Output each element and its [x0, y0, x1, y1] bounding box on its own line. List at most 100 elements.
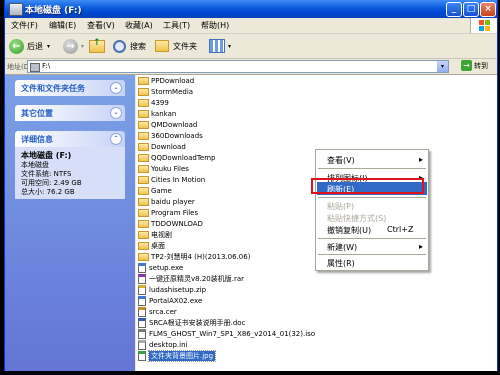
menu-file[interactable]: 文件(F)	[11, 20, 38, 31]
file-item[interactable]: 一键还原精灵v8.20装机版.rar	[138, 274, 244, 284]
folder-item[interactable]: 4399	[138, 98, 169, 108]
go-label: 转到	[474, 61, 488, 70]
panel-title: 其它位置	[21, 109, 53, 118]
panel-other-places[interactable]: 其它位置 ⌄	[15, 105, 125, 121]
file-item[interactable]: ludashisetup.zip	[138, 285, 206, 295]
exe-file-icon	[138, 296, 146, 306]
address-input[interactable]: F:\ ▾	[27, 60, 449, 73]
item-label: kankan	[151, 110, 177, 118]
file-item[interactable]: PortalAX02.exe	[138, 296, 202, 306]
folders-label: 文件夹	[173, 41, 197, 51]
item-label: 360Downloads	[151, 132, 203, 140]
ctx-undo-copy[interactable]: 撤销复制(U) Ctrl+Z	[317, 223, 427, 236]
file-item[interactable]: SRCA根证书安装说明手册.doc	[138, 318, 245, 328]
menu-tools[interactable]: 工具(T)	[163, 20, 190, 31]
folder-item[interactable]: Game	[138, 186, 172, 196]
panel-file-folder-tasks[interactable]: 文件和文件夹任务 ⌄	[15, 80, 125, 96]
up-folder-icon: ↑	[89, 38, 105, 53]
folder-item[interactable]: 360Downloads	[138, 131, 203, 141]
search-label: 搜索	[130, 41, 146, 51]
ctx-properties[interactable]: 属性(R)	[317, 256, 427, 269]
menu-help[interactable]: 帮助(H)	[201, 20, 229, 31]
item-label: QQDownloadTemp	[151, 154, 216, 162]
drive-icon	[30, 63, 40, 72]
folder-icon	[138, 154, 149, 162]
folder-icon	[138, 132, 149, 140]
item-label: 4399	[151, 99, 169, 107]
panel-details[interactable]: 详细信息 ⌃	[15, 131, 125, 147]
up-folder-button[interactable]: ↑	[89, 37, 105, 55]
chevron-down-icon[interactable]: ▾	[437, 61, 448, 72]
context-menu: 查看(V) ▸ 排列图标(I) ▸ 刷新(E) 粘贴(P) 粘贴快捷方式(S) …	[315, 149, 429, 271]
folder-item[interactable]: kankan	[138, 109, 176, 119]
item-label: Game	[151, 187, 172, 195]
menu-view[interactable]: 查看(V)	[87, 20, 115, 31]
forward-arrow-icon: →	[63, 38, 78, 54]
item-label: 一键还原精灵v8.20装机版.rar	[149, 275, 244, 283]
minimize-button[interactable]: _	[446, 2, 462, 17]
search-icon	[113, 39, 126, 53]
folder-icon	[138, 121, 149, 129]
folder-item[interactable]: 电视剧	[138, 230, 172, 240]
close-button[interactable]: ×	[480, 2, 496, 17]
folder-item[interactable]: Youku Files	[138, 164, 189, 174]
item-label: srca.cer	[149, 308, 177, 316]
folder-item[interactable]: QQDownloadTemp	[138, 153, 215, 163]
address-bar: 地址(D) F:\ ▾ → 转到	[5, 59, 497, 75]
back-button[interactable]: ← 后退 ▾	[9, 37, 50, 55]
folder-item[interactable]: TDDOWNLOAD	[138, 219, 203, 229]
go-button[interactable]: → 转到	[461, 60, 488, 71]
ctx-new[interactable]: 新建(W) ▸	[317, 240, 427, 253]
jpg-file-icon	[138, 351, 146, 361]
chevron-down-icon[interactable]: ⌄	[110, 107, 122, 119]
file-item[interactable]: setup.exe	[138, 263, 183, 273]
menu-separator	[318, 168, 426, 169]
folder-item[interactable]: QMDownload	[138, 120, 197, 130]
drive-icon	[9, 3, 23, 16]
file-item[interactable]: FLMS_GHOST_Win7_SP1_X86_v2014_01(32).iso	[138, 329, 315, 339]
item-label: TDDOWNLOAD	[151, 220, 203, 228]
chevron-down-icon[interactable]: ⌄	[110, 82, 122, 94]
ini-file-icon	[138, 340, 146, 350]
folder-item[interactable]: Cities In Motion	[138, 175, 205, 185]
item-label: StormMedia	[151, 88, 194, 96]
folder-icon	[138, 220, 149, 228]
folder-icon	[138, 99, 149, 107]
folder-item[interactable]: Program Files	[138, 208, 198, 218]
search-button[interactable]: 搜索	[113, 37, 146, 55]
toolbar: ← 后退 ▾ → ▾ ↑ 搜索 文件夹 ▾	[5, 34, 497, 59]
folder-item[interactable]: PPDownload	[138, 76, 194, 86]
folder-item[interactable]: TP2-刘慧明4 (H)(2013.06.06)	[138, 252, 250, 262]
rar-file-icon	[138, 274, 146, 284]
folder-item[interactable]: StormMedia	[138, 87, 193, 97]
folder-icon	[138, 187, 149, 195]
chevron-down-icon: ▾	[81, 42, 85, 50]
forward-button[interactable]: → ▾	[63, 37, 84, 55]
menu-separator	[318, 254, 426, 255]
maximize-button[interactable]: □	[463, 2, 479, 17]
menu-edit[interactable]: 编辑(E)	[49, 20, 76, 31]
item-label: Program Files	[151, 209, 199, 217]
folders-button[interactable]: 文件夹	[155, 37, 197, 55]
views-button[interactable]: ▾	[209, 37, 231, 55]
cer-file-icon	[138, 307, 146, 317]
item-label: ludashisetup.zip	[149, 286, 207, 294]
go-arrow-icon: →	[461, 60, 472, 71]
menu-favorites[interactable]: 收藏(A)	[125, 20, 153, 31]
chevron-up-icon[interactable]: ⌃	[110, 133, 122, 145]
highlight-annotation	[311, 178, 424, 194]
folder-item[interactable]: Download	[138, 142, 186, 152]
item-label: 桌面	[151, 242, 165, 250]
file-item[interactable]: srca.cer	[138, 307, 177, 317]
details-body: 本地磁盘 (F:) 本地磁盘 文件系统: NTFS 可用空间: 2.49 GB …	[15, 147, 125, 199]
ctx-view[interactable]: 查看(V) ▸	[317, 153, 427, 166]
file-item[interactable]: 文件夹背景图片.jpg	[138, 350, 217, 362]
folder-item[interactable]: baidu player	[138, 197, 195, 207]
item-label: PPDownload	[151, 77, 195, 85]
ctx-label: 新建(W)	[327, 243, 358, 252]
file-item[interactable]: desktop.ini	[138, 340, 187, 350]
chevron-down-icon: ▾	[47, 42, 51, 50]
doc-file-icon	[138, 318, 146, 328]
title-bar[interactable]: 本地磁盘 (F:) _ □ ×	[5, 0, 497, 18]
folder-item[interactable]: 桌面	[138, 241, 165, 251]
